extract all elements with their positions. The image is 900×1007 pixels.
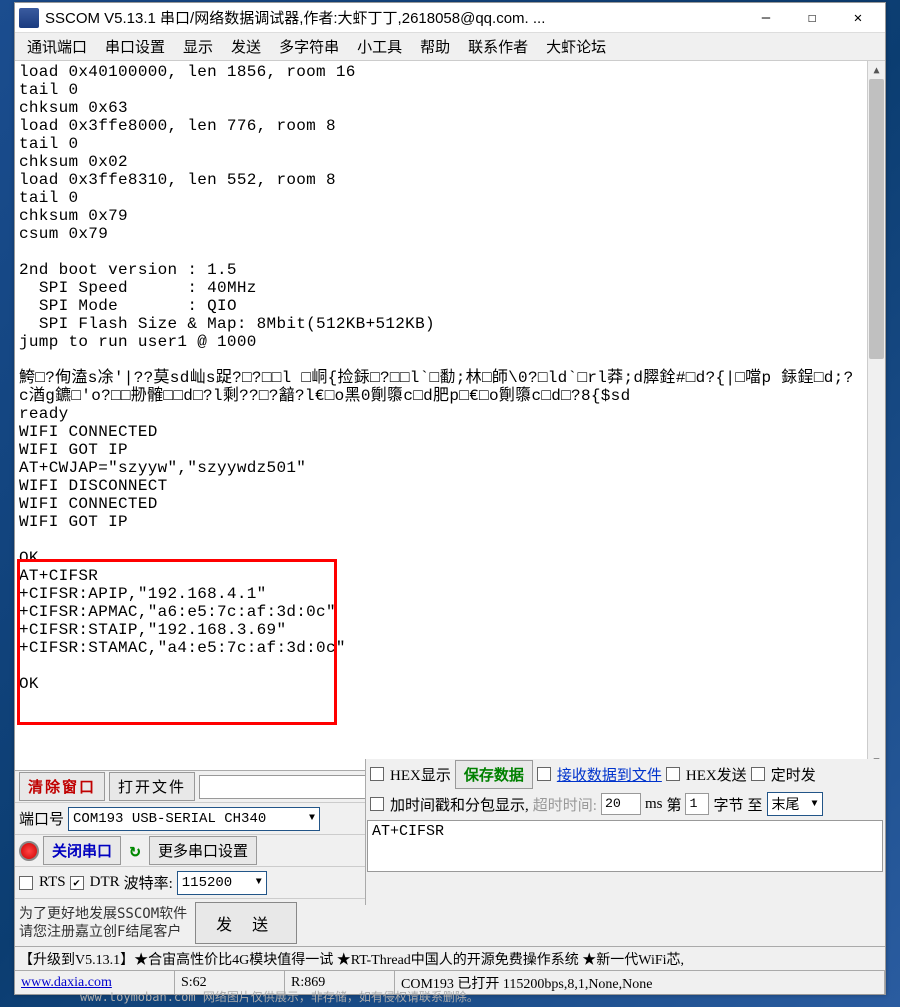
- menu-comm-port[interactable]: 通讯端口: [19, 33, 95, 60]
- close-port-button[interactable]: 关闭串口: [43, 836, 121, 865]
- timestamp-checkbox[interactable]: [370, 797, 384, 811]
- baud-label: 波特率:: [124, 872, 173, 893]
- vertical-scrollbar[interactable]: ▲ ▼: [867, 61, 885, 770]
- menu-contact[interactable]: 联系作者: [460, 33, 536, 60]
- baud-select[interactable]: 115200 ▼: [177, 871, 267, 895]
- baud-value: 115200: [182, 875, 232, 891]
- refresh-icon[interactable]: ↻: [125, 841, 145, 861]
- timed-send-label: 定时发: [771, 764, 816, 785]
- to-label: 至: [747, 794, 762, 815]
- menu-help[interactable]: 帮助: [412, 33, 458, 60]
- terminal-output[interactable]: load 0x40100000, len 1856, room 16 tail …: [15, 61, 867, 770]
- window-title: SSCOM V5.13.1 串口/网络数据调试器,作者:大虾丁丁,2618058…: [45, 7, 743, 28]
- send-textarea[interactable]: AT+CIFSR: [367, 820, 883, 872]
- close-button[interactable]: ✕: [835, 4, 881, 32]
- end-value: 末尾: [772, 794, 800, 814]
- menu-port-settings[interactable]: 串口设置: [97, 33, 173, 60]
- timestamp-label: 加时间戳和分包显示,: [390, 794, 529, 815]
- terminal-area: load 0x40100000, len 1856, room 16 tail …: [15, 61, 885, 770]
- dtr-checkbox[interactable]: ✔: [70, 876, 84, 890]
- rts-label: RTS: [39, 874, 66, 891]
- hex-display-label: HEX显示: [390, 764, 451, 785]
- chevron-down-icon: ▼: [811, 799, 817, 810]
- timed-send-checkbox[interactable]: [751, 767, 765, 781]
- hex-display-checkbox[interactable]: [370, 767, 384, 781]
- more-settings-button[interactable]: 更多串口设置: [149, 836, 257, 865]
- hex-send-label: HEX发送: [686, 764, 747, 785]
- recv-file-checkbox[interactable]: [537, 767, 551, 781]
- send-button[interactable]: 发 送: [195, 902, 297, 944]
- footer-banner[interactable]: 【升级到V5.13.1】★合宙高性价比4G模块值得一试 ★RT-Thread中国…: [15, 946, 885, 970]
- footer-promo: 为了更好地发展SSCOM软件 请您注册嘉立创F结尾客户 发 送: [15, 898, 885, 946]
- clear-window-button[interactable]: 清除窗口: [19, 772, 105, 801]
- nth-input[interactable]: [685, 793, 709, 815]
- chevron-down-icon: ▼: [309, 813, 315, 824]
- scroll-thumb[interactable]: [869, 79, 884, 359]
- rts-checkbox[interactable]: [19, 876, 33, 890]
- timeout-unit: ms: [645, 796, 663, 813]
- port-value: COM193 USB-SERIAL CH340: [73, 811, 266, 827]
- menu-forum[interactable]: 大虾论坛: [538, 33, 614, 60]
- port-select[interactable]: COM193 USB-SERIAL CH340 ▼: [68, 807, 320, 831]
- titlebar[interactable]: SSCOM V5.13.1 串口/网络数据调试器,作者:大虾丁丁,2618058…: [15, 3, 885, 33]
- menu-multi-string[interactable]: 多字符串: [271, 33, 347, 60]
- open-file-button[interactable]: 打开文件: [109, 772, 195, 801]
- end-select[interactable]: 末尾 ▼: [767, 792, 823, 816]
- timeout-label: 超时时间:: [533, 794, 597, 815]
- menu-tools[interactable]: 小工具: [349, 33, 410, 60]
- bytes-label: 字节: [713, 794, 743, 815]
- page-credit: www.toymoban.com 网络图片仅供展示，非存储，如有侵权请联系删除。: [0, 986, 559, 1007]
- scroll-up-icon[interactable]: ▲: [868, 61, 885, 79]
- record-icon[interactable]: [19, 841, 39, 861]
- minimize-button[interactable]: —: [743, 4, 789, 32]
- menu-display[interactable]: 显示: [175, 33, 221, 60]
- menu-send[interactable]: 发送: [223, 33, 269, 60]
- nth-label: 第: [666, 794, 681, 815]
- save-data-button[interactable]: 保存数据: [455, 760, 533, 789]
- recv-file-label[interactable]: 接收数据到文件: [557, 764, 662, 785]
- timeout-input[interactable]: [601, 793, 641, 815]
- right-panel: HEX显示 保存数据 接收数据到文件 HEX发送 定时发 加时间戳和分包显示, …: [365, 759, 885, 905]
- chevron-down-icon: ▼: [256, 877, 262, 888]
- hex-send-checkbox[interactable]: [666, 767, 680, 781]
- app-icon: [19, 8, 39, 28]
- promo-text: 为了更好地发展SSCOM软件 请您注册嘉立创F结尾客户: [19, 905, 187, 941]
- port-label: 端口号: [19, 808, 64, 829]
- maximize-button[interactable]: ☐: [789, 4, 835, 32]
- app-window: SSCOM V5.13.1 串口/网络数据调试器,作者:大虾丁丁,2618058…: [14, 2, 886, 995]
- dtr-label: DTR: [90, 874, 120, 891]
- menubar: 通讯端口 串口设置 显示 发送 多字符串 小工具 帮助 联系作者 大虾论坛: [15, 33, 885, 61]
